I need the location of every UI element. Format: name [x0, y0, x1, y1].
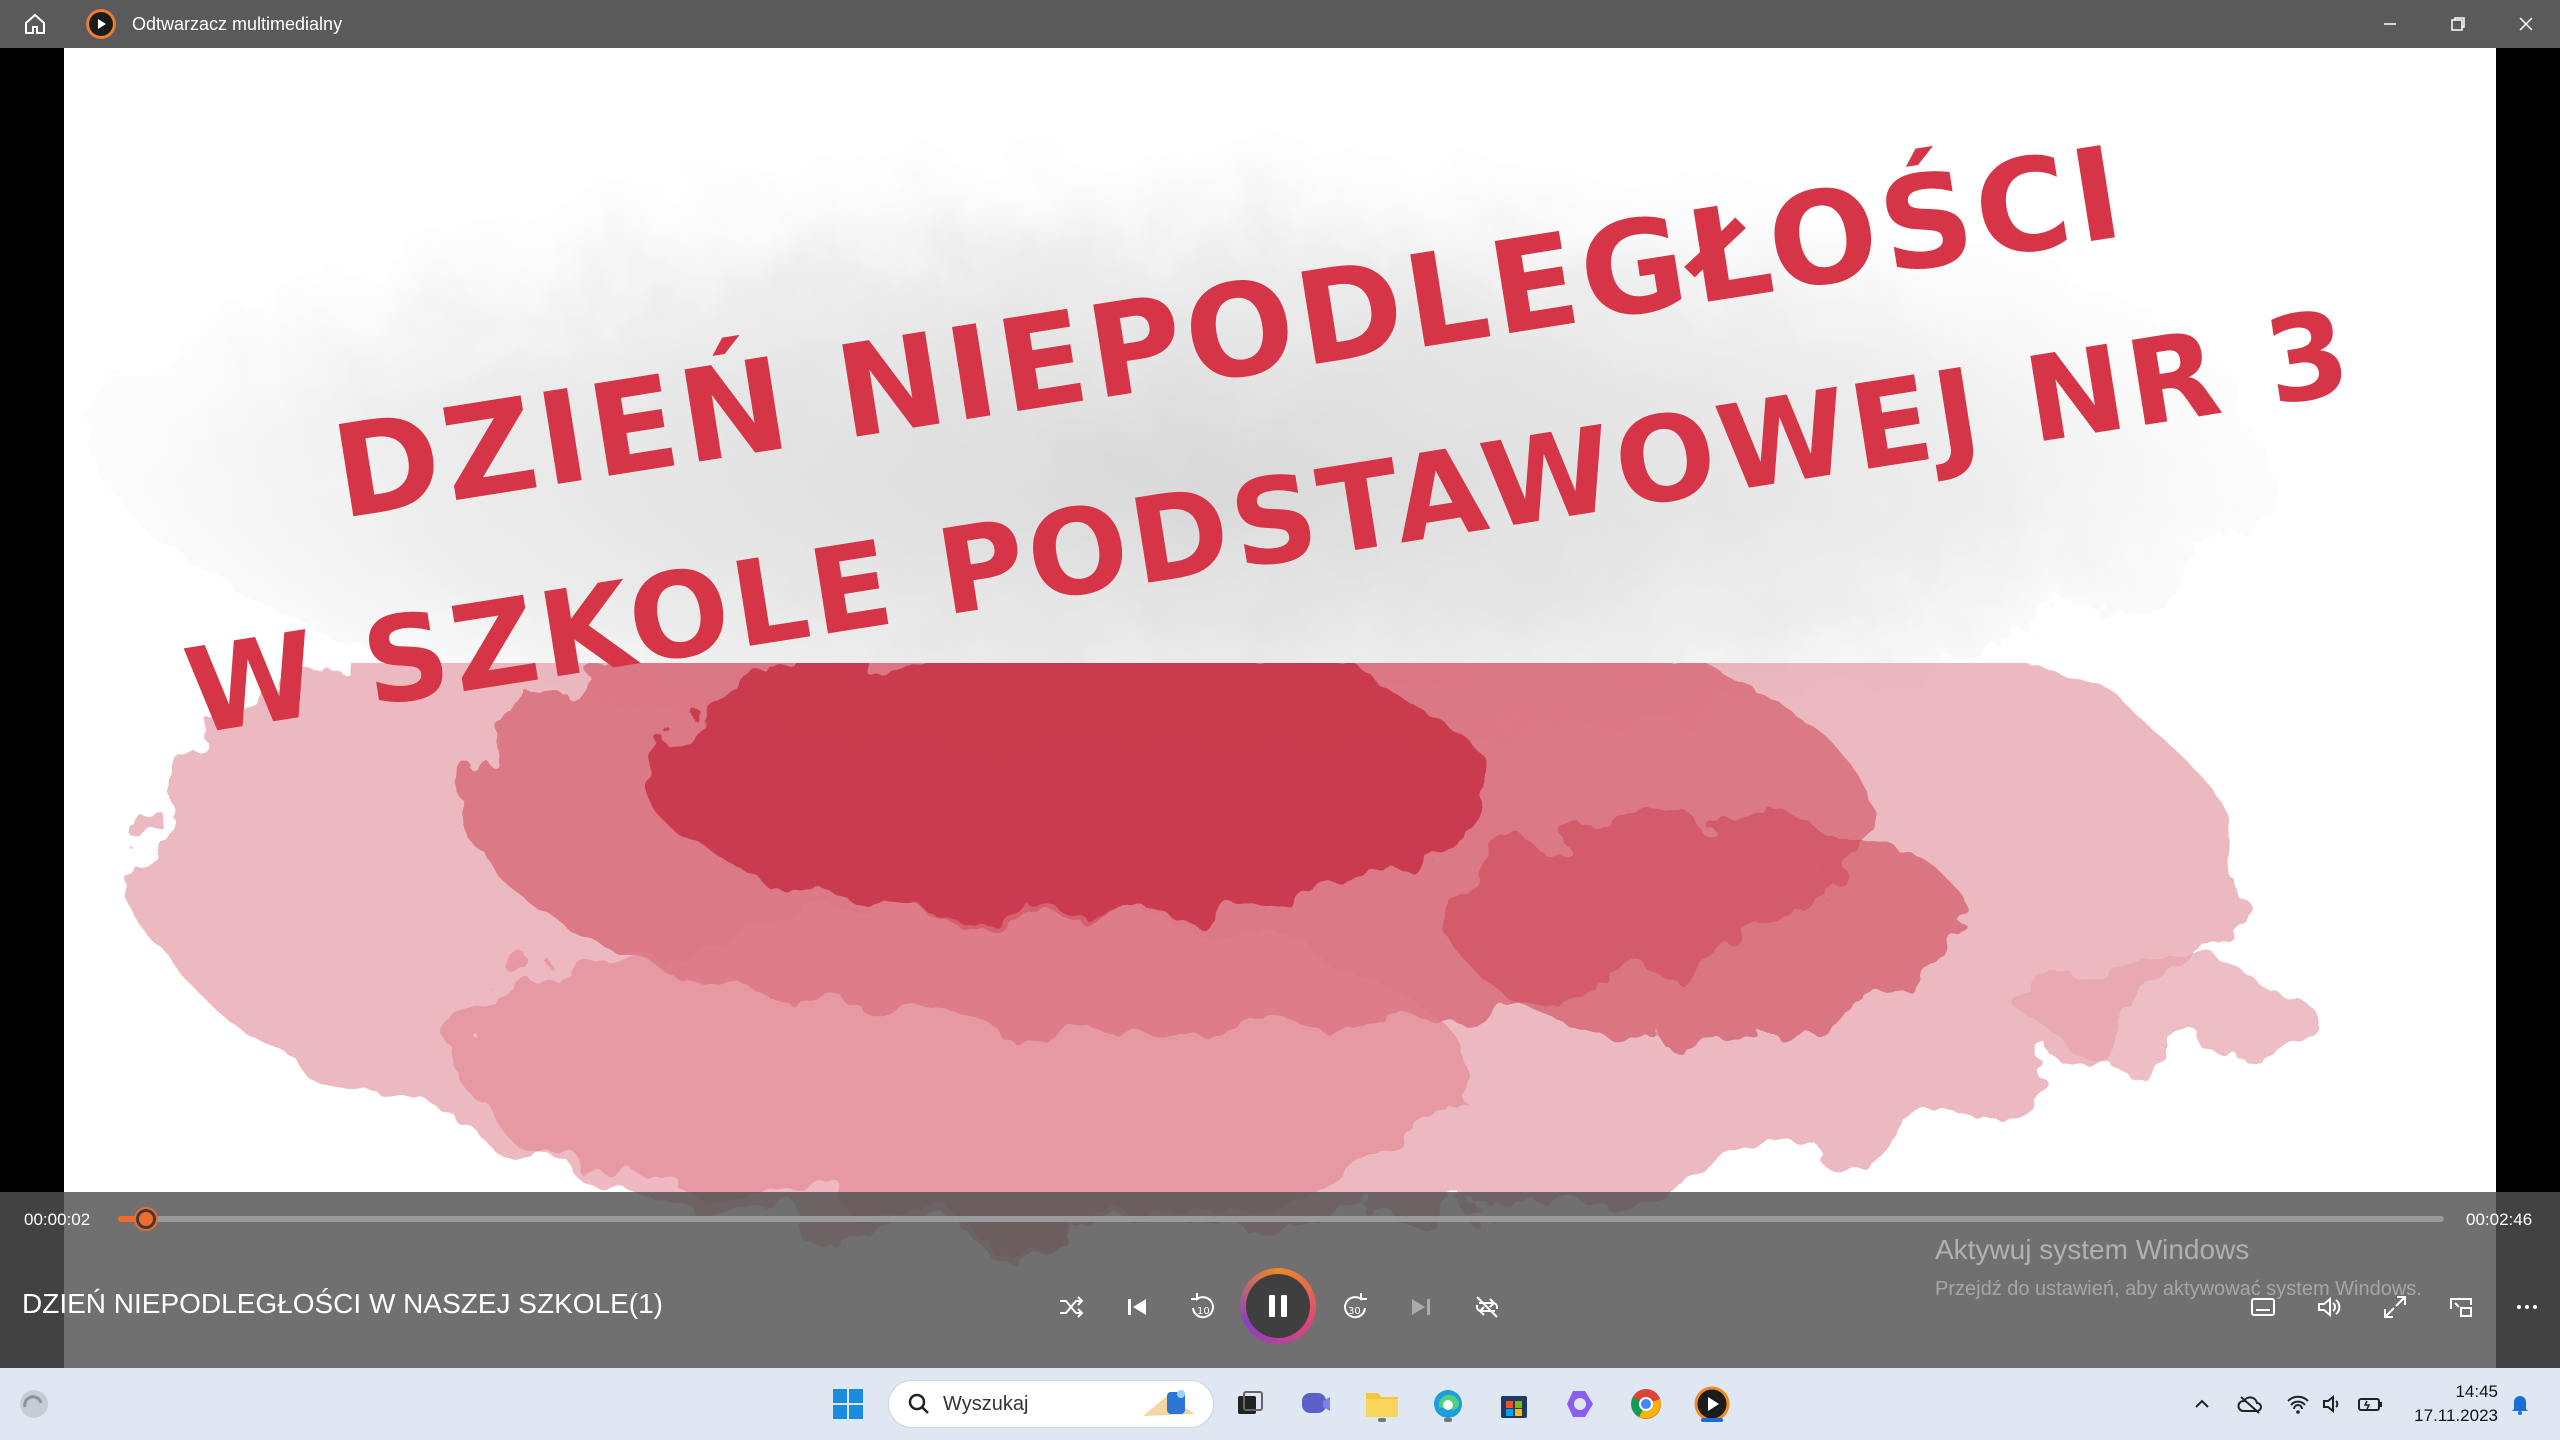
chrome-icon — [1631, 1389, 1661, 1419]
rewind-10-icon: 10 — [1191, 1293, 1214, 1319]
windows-logo-icon — [833, 1389, 863, 1419]
store-icon — [1501, 1396, 1527, 1418]
window-title: Odtwarzacz multimedialny — [132, 13, 343, 34]
battery-icon — [2358, 1398, 2382, 1411]
close-button[interactable] — [2492, 0, 2560, 48]
network-tray-icon[interactable] — [2284, 1390, 2312, 1418]
wifi-icon — [2287, 1395, 2309, 1414]
search-icon — [908, 1393, 929, 1414]
miniplayer-icon — [2450, 1298, 2472, 1317]
media-player-icon — [1694, 1386, 1730, 1422]
show-hidden-icons-button[interactable] — [2188, 1390, 2216, 1418]
forward-30-icon: 30 — [1344, 1293, 1367, 1319]
shuffle-icon — [1060, 1296, 1084, 1318]
bell-icon — [2512, 1396, 2528, 1415]
rewind-label: 10 — [1197, 1306, 1210, 1317]
media-player-app-icon — [86, 9, 116, 39]
video-image: DZIEŃ NIEPODLEGŁOŚCI W SZKOLE PODSTAWOWE… — [104, 116, 2362, 1228]
title-bar: Odtwarzacz multimedialny — [0, 0, 2560, 48]
pause-icon — [1269, 1295, 1287, 1317]
edge-browser-button[interactable] — [1426, 1382, 1470, 1426]
search-highlight-icon — [1143, 1390, 1195, 1416]
taskbar: Wyszukaj 14:45 17.11.2023 — [0, 1368, 2560, 1440]
clock-date: 17.11.2023 — [2414, 1406, 2498, 1425]
previous-button[interactable] — [1114, 1284, 1160, 1330]
restore-icon — [2451, 17, 2465, 31]
teams-chat-button[interactable] — [1294, 1382, 1338, 1426]
current-time: 00:00:02 — [24, 1210, 91, 1229]
running-indicator — [1444, 1418, 1452, 1422]
notifications-button[interactable] — [2506, 1390, 2534, 1418]
copilot-icon — [1567, 1391, 1593, 1417]
active-indicator — [1701, 1418, 1723, 1422]
home-button[interactable] — [0, 0, 70, 48]
chrome-button[interactable] — [1624, 1382, 1668, 1426]
close-icon — [2519, 17, 2533, 31]
captions-button[interactable] — [2240, 1284, 2286, 1330]
running-indicator — [1378, 1418, 1386, 1422]
player-controls: 00:00:02 00:02:46 DZIEŃ NIEPODLEGŁOŚCI W… — [0, 1192, 2560, 1368]
forward-30-button[interactable]: 30 — [1332, 1284, 1378, 1330]
home-icon — [25, 13, 45, 34]
fullscreen-button[interactable] — [2372, 1284, 2418, 1330]
miniplayer-button[interactable] — [2438, 1284, 2484, 1330]
file-explorer-button[interactable] — [1360, 1382, 1404, 1426]
minimize-button[interactable] — [2356, 0, 2424, 48]
minimize-icon — [2384, 23, 2396, 25]
captions-icon — [2251, 1298, 2275, 1316]
volume-button[interactable] — [2306, 1284, 2352, 1330]
fullscreen-icon — [2384, 1296, 2406, 1318]
taskbar-search-box[interactable]: Wyszukaj — [888, 1380, 1214, 1428]
rewind-10-button[interactable]: 10 — [1180, 1284, 1226, 1330]
activation-watermark-title: Aktywuj system Windows — [1935, 1234, 2250, 1265]
media-title: DZIEŃ NIEPODLEGŁOŚCI W NASZEJ SZKOLE(1) — [22, 1288, 664, 1319]
repeat-icon — [1476, 1296, 1498, 1318]
cloud-icon — [2237, 1396, 2262, 1414]
store-button[interactable] — [1492, 1382, 1536, 1426]
speaker-icon — [2323, 1394, 2339, 1414]
seek-bar[interactable] — [118, 1209, 2444, 1229]
weather-icon — [20, 1390, 48, 1418]
previous-icon — [1128, 1299, 1146, 1315]
weather-widget[interactable] — [12, 1382, 56, 1426]
volume-tray-icon[interactable] — [2318, 1390, 2346, 1418]
clock-time: 14:45 — [2455, 1382, 2498, 1401]
task-view-icon — [1238, 1391, 1263, 1414]
folder-icon — [1366, 1393, 1398, 1417]
onedrive-tray-icon[interactable] — [2236, 1390, 2264, 1418]
task-view-button[interactable] — [1228, 1382, 1272, 1426]
search-placeholder: Wyszukaj — [943, 1392, 1029, 1415]
video-frame[interactable]: DZIEŃ NIEPODLEGŁOŚCI W SZKOLE PODSTAWOWE… — [64, 48, 2496, 1368]
battery-tray-icon[interactable] — [2356, 1390, 2384, 1418]
repeat-button[interactable] — [1464, 1284, 1510, 1330]
total-time: 00:02:46 — [2466, 1210, 2533, 1229]
volume-icon — [2318, 1296, 2341, 1318]
next-button[interactable] — [1398, 1284, 1444, 1330]
shuffle-button[interactable] — [1048, 1284, 1094, 1330]
more-icon — [2517, 1305, 2537, 1309]
seek-bar-thumb[interactable] — [135, 1209, 156, 1229]
teams-chat-icon — [1302, 1393, 1330, 1413]
copilot-button[interactable] — [1558, 1382, 1602, 1426]
taskbar-clock[interactable]: 14:45 17.11.2023 — [2414, 1380, 2498, 1428]
next-icon — [1412, 1299, 1430, 1315]
media-player-taskbar-button[interactable] — [1690, 1382, 1734, 1426]
forward-label: 30 — [1348, 1306, 1361, 1317]
pause-button[interactable] — [1240, 1268, 1316, 1344]
start-button[interactable] — [826, 1382, 870, 1426]
more-options-button[interactable] — [2504, 1284, 2550, 1330]
chevron-up-icon — [2195, 1399, 2209, 1408]
edge-icon — [1434, 1390, 1462, 1418]
restore-button[interactable] — [2424, 0, 2492, 48]
